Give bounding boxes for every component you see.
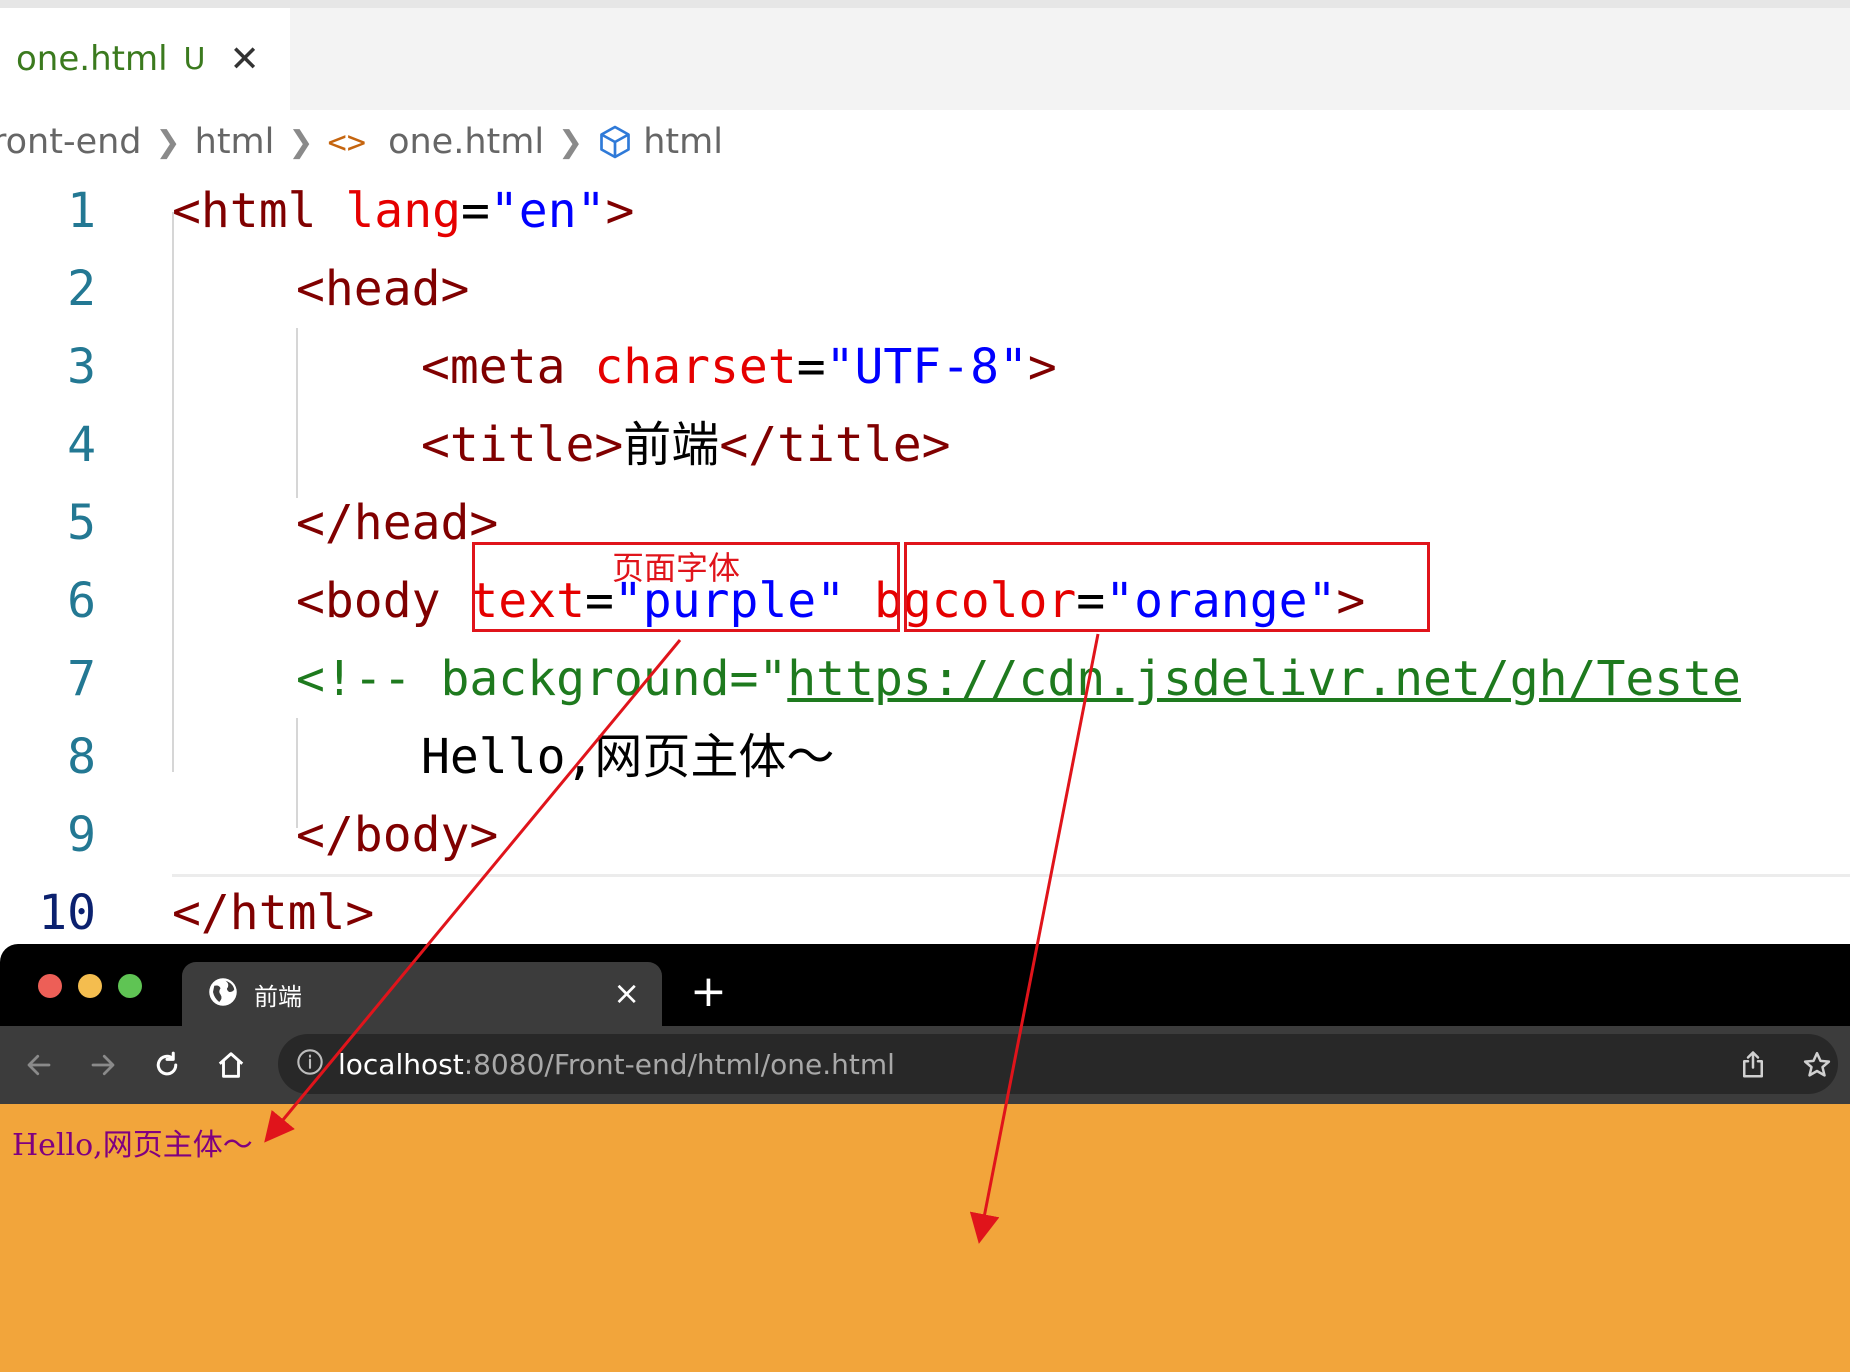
globe-icon <box>208 977 238 1011</box>
close-tab-icon[interactable]: × <box>613 974 640 1012</box>
close-window-button[interactable] <box>38 974 62 998</box>
chevron-right-icon: ❯ <box>558 124 584 160</box>
breadcrumb-symbol[interactable]: html <box>643 122 723 162</box>
code-text: <html lang="en"> <box>172 183 635 239</box>
browser-tab-title: 前端 <box>254 982 302 1011</box>
line-number: 2 <box>67 261 96 317</box>
code-text: Hello,网页主体～ <box>421 729 835 785</box>
symbol-cube-icon <box>597 124 633 160</box>
rendered-body-text: Hello,网页主体～ <box>12 1128 253 1163</box>
code-text: <meta charset="UTF-8"> <box>421 339 1057 395</box>
url-host: localhost <box>338 1047 464 1081</box>
line-number: 9 <box>67 807 96 863</box>
share-icon[interactable] <box>1730 1042 1776 1088</box>
annotation-label: 页面字体 <box>612 549 741 587</box>
editor-tab-bar: one.html U ✕ <box>0 8 1850 110</box>
browser-tab[interactable]: 前端 × <box>182 962 662 1026</box>
rendered-page: Hello,网页主体～ <box>0 1104 1850 1372</box>
new-tab-button[interactable]: + <box>690 962 727 1022</box>
code-text: </html> <box>172 885 375 941</box>
line-number: 1 <box>67 183 96 239</box>
window-top-strip <box>0 0 1850 8</box>
breadcrumb-html-folder[interactable]: html <box>195 122 275 162</box>
code-line: 10 </html> <box>0 874 1850 952</box>
tab-filename: one.html <box>16 39 168 79</box>
breadcrumb-file[interactable]: one.html <box>388 122 544 162</box>
editor-tab-one-html[interactable]: one.html U ✕ <box>0 8 290 110</box>
line-number: 6 <box>67 573 96 629</box>
code-line: 8 Hello,网页主体～ <box>0 718 1850 796</box>
line-number: 3 <box>67 339 96 395</box>
browser-toolbar: localhost:8080/Front-end/html/one.html <box>0 1026 1850 1104</box>
code-line: 9 </body> <box>0 796 1850 874</box>
info-icon[interactable] <box>296 1048 324 1080</box>
breadcrumb-folder[interactable]: ront-end <box>0 122 142 162</box>
chevron-right-icon: ❯ <box>288 124 314 160</box>
code-text: <head> <box>296 261 470 317</box>
code-line: 4 <title>前端</title> <box>0 406 1850 484</box>
url-path: :8080/Front-end/html/one.html <box>463 1047 895 1081</box>
code-line: 2 <head> <box>0 250 1850 328</box>
bookmark-star-icon[interactable] <box>1794 1042 1840 1088</box>
code-line: 1 <html lang="en"> <box>0 172 1850 250</box>
tab-untracked-badge: U <box>183 41 206 77</box>
line-number: 5 <box>67 495 96 551</box>
browser-window: 前端 × + localhost:8080/Front-end/html/one… <box>0 944 1850 1372</box>
html-file-icon: <> <box>327 123 367 161</box>
code-text: </body> <box>296 807 499 863</box>
code-line: 7 <!-- background="https://cdn.jsdelivr.… <box>0 640 1850 718</box>
tab-close-icon[interactable]: ✕ <box>230 39 260 80</box>
home-icon[interactable] <box>208 1042 254 1088</box>
reload-icon[interactable] <box>144 1042 190 1088</box>
address-bar[interactable]: localhost:8080/Front-end/html/one.html <box>278 1034 1838 1094</box>
back-icon[interactable] <box>16 1042 62 1088</box>
zoom-window-button[interactable] <box>118 974 142 998</box>
forward-icon[interactable] <box>80 1042 126 1088</box>
breadcrumb: ront-end ❯ html ❯ <> one.html ❯ html <box>0 112 723 172</box>
line-number: 7 <box>67 651 96 707</box>
browser-tab-strip: 前端 × + <box>0 944 1850 1026</box>
code-line: 3 <meta charset="UTF-8"> <box>0 328 1850 406</box>
annotation-box-bgcolor-attr <box>904 542 1430 632</box>
minimize-window-button[interactable] <box>78 974 102 998</box>
line-number: 10 <box>38 885 96 941</box>
line-number: 4 <box>67 417 96 473</box>
code-text: <title>前端</title> <box>421 417 951 473</box>
line-number: 8 <box>67 729 96 785</box>
chevron-right-icon: ❯ <box>155 124 181 160</box>
code-text: <!-- background="https://cdn.jsdelivr.ne… <box>296 651 1741 707</box>
code-text: </head> <box>296 495 499 551</box>
